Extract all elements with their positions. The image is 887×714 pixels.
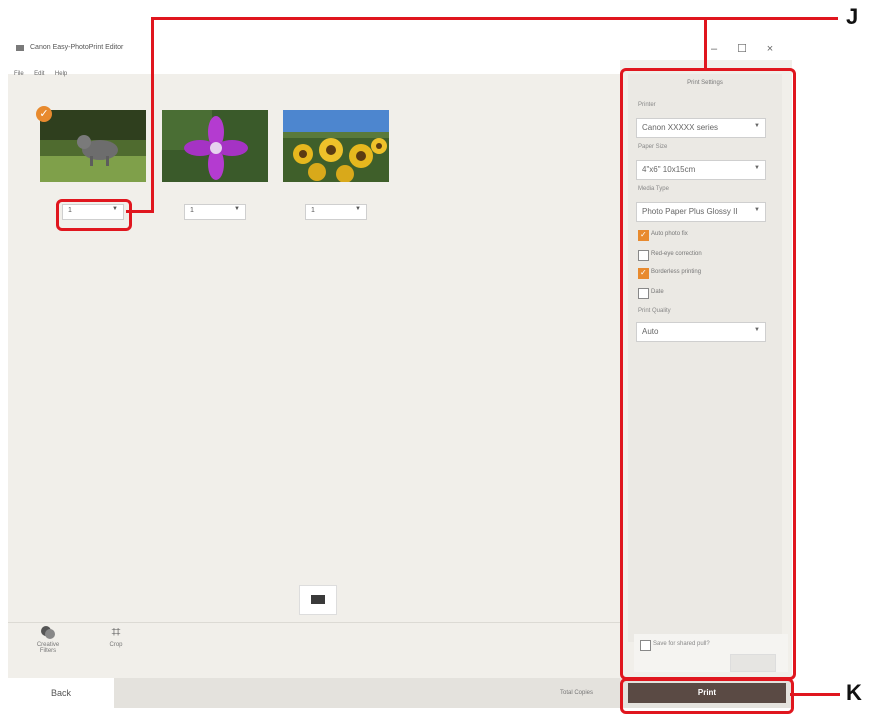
callout-letter-k: K <box>846 680 862 705</box>
menu-file[interactable]: File <box>14 71 24 77</box>
callout-line <box>151 17 838 20</box>
window-title: Canon Easy-PhotoPrint Editor <box>30 44 124 51</box>
callout-line <box>126 210 154 213</box>
copies-select-photo-2[interactable]: 1 ▼ <box>184 204 246 220</box>
cat-photo-thumbnail[interactable] <box>40 110 146 182</box>
callout-box-copies <box>56 199 132 231</box>
menu-edit[interactable]: Edit <box>34 71 44 77</box>
creative-filters-label: Creative Filters <box>36 642 60 654</box>
callout-letter-j: J <box>846 4 859 29</box>
flower-photo-thumbnail[interactable] <box>162 110 268 182</box>
menu-bar: File Edit Help <box>8 60 620 77</box>
chevron-down-icon: ▼ <box>234 206 240 212</box>
crop-icon: ⌗ <box>111 624 121 641</box>
keyboard-icon[interactable] <box>299 585 337 615</box>
minimize-button[interactable]: – <box>704 41 724 57</box>
title-bar: Canon Easy-PhotoPrint Editor – ☐ × <box>8 38 792 60</box>
tool-area <box>8 622 620 679</box>
close-button[interactable]: × <box>760 41 780 57</box>
callout-line <box>151 17 154 213</box>
sunflower-photo-thumbnail[interactable] <box>283 110 389 182</box>
callout-box-settings <box>620 68 796 680</box>
crop-label: Crop <box>109 642 123 648</box>
total-copies-label: Total Copies <box>560 690 594 696</box>
app-icon <box>16 45 24 51</box>
crop-tool[interactable]: ⌗ Crop <box>102 624 130 648</box>
selected-check-icon: ✓ <box>36 106 52 122</box>
callout-line <box>790 693 840 696</box>
creative-filters-tool[interactable]: Creative Filters <box>32 624 64 654</box>
copies-select-photo-3[interactable]: 1 ▼ <box>305 204 367 220</box>
callout-box-print <box>620 678 794 714</box>
copies-value: 1 <box>311 207 315 214</box>
maximize-button[interactable]: ☐ <box>732 41 752 57</box>
chevron-down-icon: ▼ <box>355 206 361 212</box>
menu-help[interactable]: Help <box>55 71 67 77</box>
copies-value: 1 <box>190 207 194 214</box>
callout-line <box>704 17 707 70</box>
filter-icon <box>41 626 55 639</box>
back-button[interactable]: Back <box>8 678 114 708</box>
